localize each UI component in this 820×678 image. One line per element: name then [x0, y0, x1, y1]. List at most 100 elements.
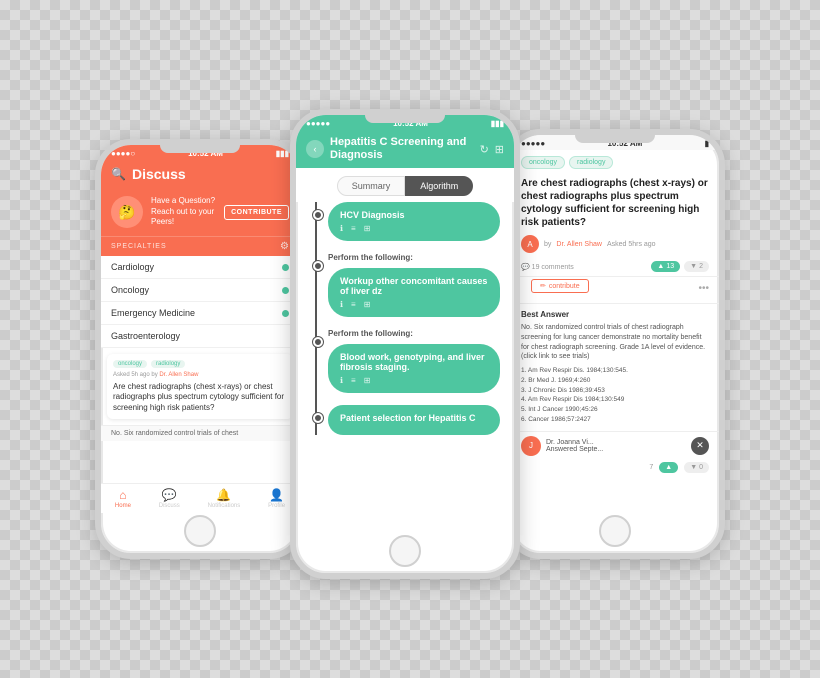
nav-profile[interactable]: 👤 Profile	[268, 488, 285, 509]
grid-icon[interactable]: ⊞	[495, 143, 504, 156]
signal-1: ●●●●○	[111, 149, 135, 158]
info-icon-3: ℹ	[340, 376, 343, 385]
ref-1: 1. Am Rev Respir Dis. 1984;130:545.	[521, 366, 709, 376]
gear-icon[interactable]: ⚙	[280, 241, 289, 252]
tab-algorithm[interactable]: Algorithm	[405, 176, 473, 196]
algo-header: ‹ Hepatitis C Screening and Diagnosis ↻ …	[296, 130, 514, 168]
algo-card-3[interactable]: Blood work, genotyping, and liver fibros…	[328, 344, 500, 393]
best-answer-text: No. Six randomized control trials of che…	[521, 323, 709, 362]
phone-notch-3	[575, 135, 655, 143]
answer-votes: 7 ▲ ▼ 0	[511, 460, 719, 475]
search-icon[interactable]: 🔍	[111, 167, 126, 181]
discuss-question-text: Are chest radiographs (chest x-rays) or …	[113, 382, 287, 413]
article-contribute-button[interactable]: ✏ contribute	[531, 279, 589, 293]
algo-title: Hepatitis C Screening and Diagnosis	[330, 136, 474, 162]
nav-notifications[interactable]: 🔔 Notifications	[208, 488, 241, 509]
best-answer-section: Best Answer No. Six randomized control t…	[511, 303, 719, 431]
nav-home[interactable]: ⌂ Home	[115, 488, 131, 509]
more-options-button[interactable]: •••	[698, 283, 709, 294]
algo-card-icons-3: ℹ ≡ ⊞	[340, 376, 488, 385]
algo-card-title-4: Patient selection for Hepatitis C	[340, 413, 488, 423]
battery-3: ▮	[705, 139, 709, 148]
section-label-3: Perform the following:	[328, 329, 500, 338]
answer-author-name: Dr. Joanna Vi...	[546, 439, 603, 446]
section-label-2: Perform the following:	[328, 253, 500, 262]
grid-icon-2: ⊞	[364, 300, 371, 309]
specialties-label: SPECIALTIES	[111, 243, 167, 250]
contribute-button[interactable]: CONTRIBUTE	[224, 205, 289, 220]
algo-card-icons-1: ℹ ≡ ⊞	[340, 224, 488, 233]
close-button[interactable]: ✕	[691, 437, 709, 455]
algo-node-2: Perform the following: Workup other conc…	[328, 253, 500, 317]
vote-buttons: ▲ 13 ▼ 2	[651, 261, 709, 272]
specialty-cardiology[interactable]: Cardiology	[101, 256, 299, 279]
discuss-icon: 💬	[162, 488, 177, 502]
phone-discuss: ●●●●○ 10:52 AM ▮▮▮ 🔍 Discuss 🤔 Have a Qu…	[95, 139, 305, 559]
references: 1. Am Rev Respir Dis. 1984;130:545. 2. B…	[521, 366, 709, 425]
refresh-icon[interactable]: ↻	[480, 143, 489, 156]
article-tag-oncology[interactable]: oncology	[521, 156, 565, 169]
answer-downvote[interactable]: ▼ 0	[684, 462, 709, 473]
algo-card-1[interactable]: HCV Diagnosis ℹ ≡ ⊞	[328, 202, 500, 241]
phone-article: ●●●●● 10:52 AM ▮ oncology radiology Are …	[505, 129, 725, 559]
specialty-name: Gastroenterology	[111, 331, 180, 341]
algo-card-2[interactable]: Workup other concomitant causes of liver…	[328, 268, 500, 317]
battery-2: ▮▮▮	[491, 119, 504, 128]
specialty-oncology[interactable]: Oncology	[101, 279, 299, 302]
comments-count: 💬 19 comments	[521, 263, 574, 271]
node-dot-2	[313, 261, 323, 271]
battery-1: ▮▮▮	[276, 149, 289, 158]
algo-node-3: Perform the following: Blood work, genot…	[328, 329, 500, 393]
algo-card-4[interactable]: Patient selection for Hepatitis C	[328, 405, 500, 435]
home-button-1[interactable]	[184, 515, 216, 547]
specialty-indicator	[282, 264, 289, 271]
list-icon-3: ≡	[351, 376, 356, 385]
nav-discuss[interactable]: 💬 Discuss	[159, 488, 180, 509]
discuss-promo-banner: 🤔 Have a Question? Reach out to your Pee…	[101, 188, 299, 237]
author-name[interactable]: Dr. Allen Shaw	[556, 241, 602, 248]
algo-card-title-2: Workup other concomitant causes of liver…	[340, 276, 488, 296]
algo-card-title-3: Blood work, genotyping, and liver fibros…	[340, 352, 488, 372]
downvote-button[interactable]: ▼ 2	[684, 261, 709, 272]
article-tag-radiology[interactable]: radiology	[569, 156, 613, 169]
article-author: A by Dr. Allen Shaw Asked 5hrs ago	[511, 235, 719, 257]
info-icon-1: ℹ	[340, 224, 343, 233]
answer-author-info: Dr. Joanna Vi... Answered Septe...	[546, 439, 603, 453]
tag-radiology: radiology	[151, 360, 185, 368]
signal-2: ●●●●●	[306, 119, 330, 128]
info-icon-2: ℹ	[340, 300, 343, 309]
author-prefix: by	[544, 241, 551, 248]
specialty-emergency[interactable]: Emergency Medicine	[101, 302, 299, 325]
ref-6: 6. Cancer 1986;57:2427	[521, 415, 709, 425]
discuss-question-card[interactable]: oncology radiology Asked 5h ago by Dr. A…	[107, 354, 293, 419]
list-icon-2: ≡	[351, 300, 356, 309]
specialty-name: Oncology	[111, 285, 149, 295]
home-icon: ⌂	[119, 488, 126, 502]
answer-author-meta: Answered Septe...	[546, 446, 603, 453]
discuss-tags: oncology radiology	[113, 360, 287, 368]
home-button-3[interactable]	[599, 515, 631, 547]
algo-header-icons: ↻ ⊞	[480, 143, 504, 156]
grid-icon-3: ⊞	[364, 376, 371, 385]
notification-icon: 🔔	[216, 488, 231, 502]
tab-summary[interactable]: Summary	[337, 176, 406, 196]
phone-algorithm: ●●●●● 10:52 AM ▮▮▮ ‹ Hepatitis C Screeni…	[290, 109, 520, 579]
upvote-button[interactable]: ▲ 13	[651, 261, 680, 272]
specialty-gastro[interactable]: Gastroenterology	[101, 325, 299, 348]
back-button[interactable]: ‹	[306, 140, 324, 158]
answer-vote-count: 7	[649, 464, 653, 471]
specialty-name: Cardiology	[111, 262, 154, 272]
tag-oncology: oncology	[113, 360, 147, 368]
algo-timeline: HCV Diagnosis ℹ ≡ ⊞ Perform the followin…	[310, 202, 500, 435]
home-button-2[interactable]	[389, 535, 421, 567]
list-icon-1: ≡	[351, 224, 356, 233]
discuss-header: 🔍 Discuss	[101, 160, 299, 188]
ref-5: 5. Int J Cancer 1990;45:26	[521, 405, 709, 415]
screenshot-container: ●●●●○ 10:52 AM ▮▮▮ 🔍 Discuss 🤔 Have a Qu…	[0, 0, 820, 678]
phone-notch-1	[160, 145, 240, 153]
article-tags: oncology radiology	[511, 150, 719, 173]
discuss-meta: Asked 5h ago by Dr. Allen Shaw	[113, 372, 287, 378]
algo-content: HCV Diagnosis ℹ ≡ ⊞ Perform the followin…	[296, 202, 514, 570]
specialty-indicator	[282, 287, 289, 294]
answer-upvote[interactable]: ▲	[659, 462, 678, 473]
